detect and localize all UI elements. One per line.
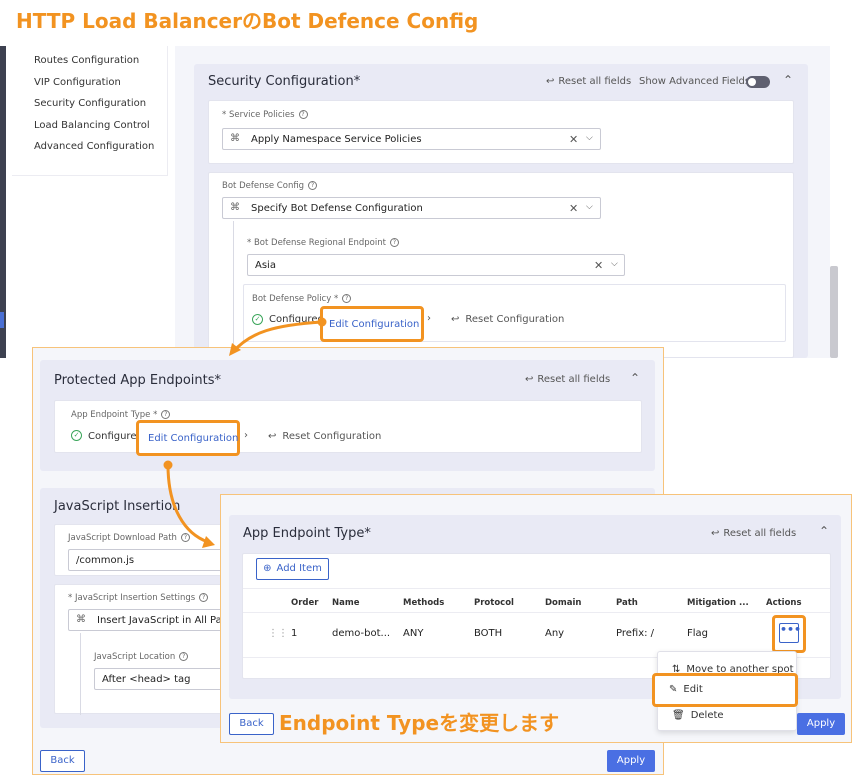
annotation-arrows — [163, 317, 327, 548]
arrow-2 — [166, 464, 209, 544]
arrow-2-dot — [163, 460, 173, 470]
arrow-1 — [231, 320, 323, 353]
arrow-1-dot — [317, 317, 327, 327]
